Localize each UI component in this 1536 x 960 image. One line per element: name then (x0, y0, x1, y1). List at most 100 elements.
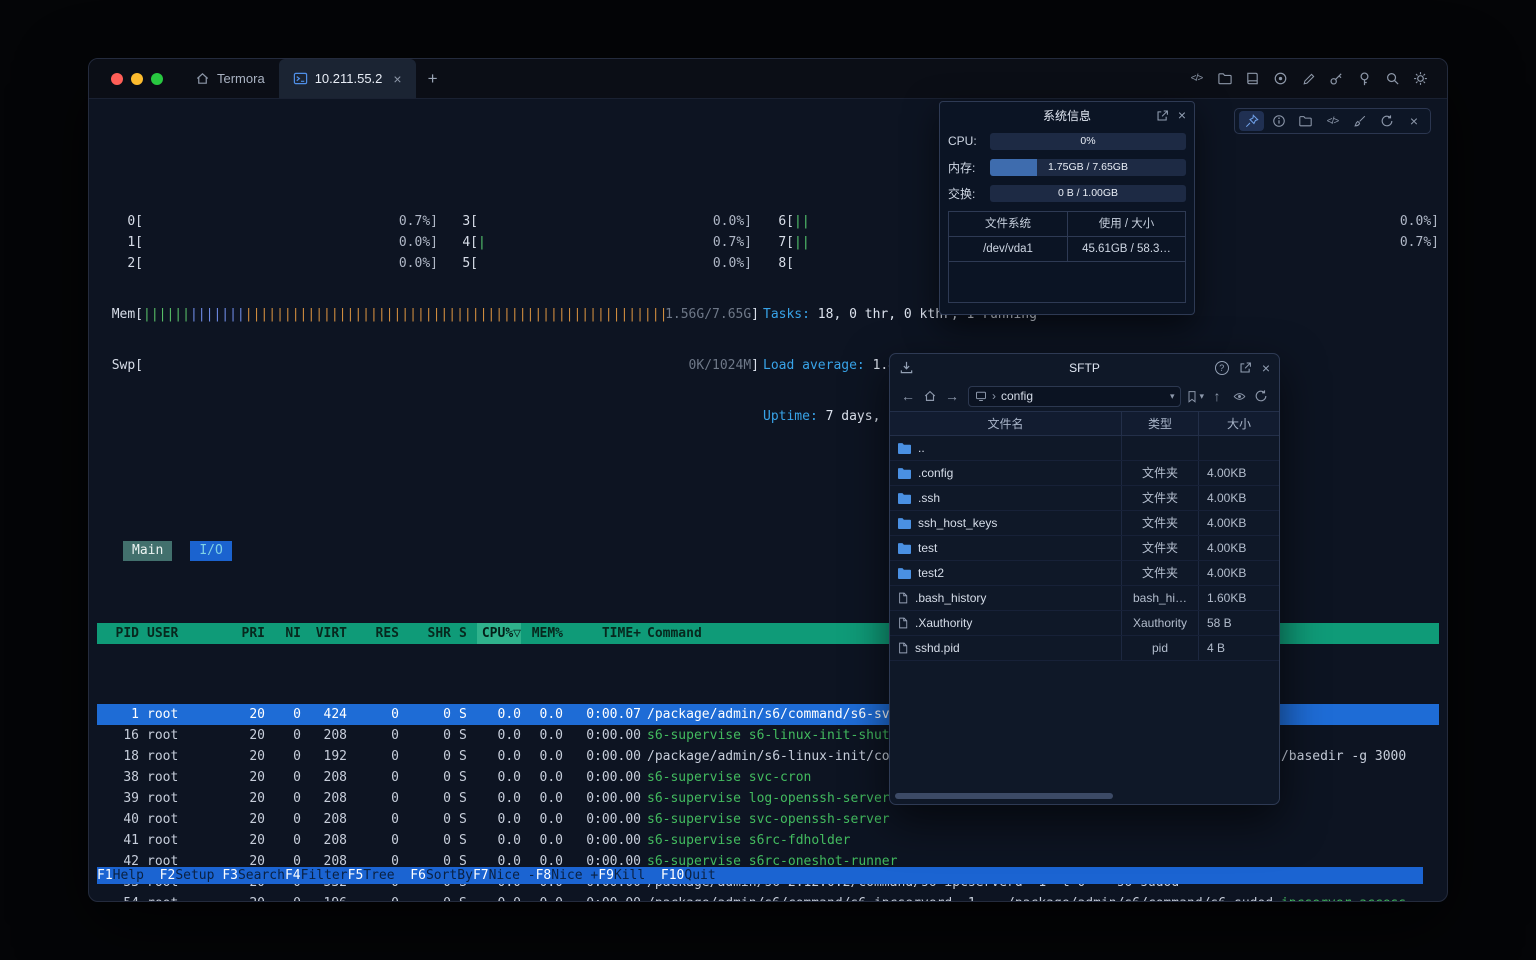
file-row[interactable]: sshd.pid pid 4 B (890, 636, 1279, 661)
header-mem[interactable]: MEM% (521, 623, 563, 644)
htop-screen-tab[interactable]: Main (123, 541, 172, 561)
file-row[interactable]: test 文件夹 4.00KB (890, 536, 1279, 561)
command-cell: s6-supervise svc-openssh-server (647, 809, 1439, 830)
process-row[interactable]: 54 root 20 0 196 0 0 S 0.0 0.0 0:00.00 /… (97, 893, 1439, 902)
help-icon[interactable]: ? (1215, 361, 1229, 375)
cpu-cell: 0.0 (477, 788, 521, 809)
size-column-header[interactable]: 大小 (1199, 412, 1279, 435)
home-button[interactable] (919, 385, 941, 407)
pri-cell: 20 (237, 704, 265, 725)
close-window-button[interactable] (111, 73, 123, 85)
function-key-button[interactable]: F8 Nice + (536, 867, 599, 884)
header-user[interactable]: USER (147, 623, 237, 644)
file-row[interactable]: .ssh 文件夹 4.00KB (890, 486, 1279, 511)
header-virt[interactable]: VIRT (301, 623, 347, 644)
info-icon[interactable] (1266, 111, 1291, 131)
open-in-window-icon[interactable] (1156, 109, 1169, 122)
termora-window: Termora 10.211.55.2 × + </> 0[0.7%] 3[0.… (88, 58, 1448, 902)
function-key-button[interactable]: F10 Quit (661, 867, 731, 884)
file-size-cell: 4.00KB (1199, 486, 1279, 510)
folder-icon (897, 517, 912, 530)
file-row[interactable]: .. (890, 436, 1279, 461)
code-icon[interactable]: </> (1188, 70, 1205, 87)
pin-icon[interactable] (1239, 111, 1264, 131)
header-pri[interactable]: PRI (237, 623, 265, 644)
forward-button[interactable]: → (941, 385, 963, 407)
chevron-down-icon[interactable]: ▾ (1170, 391, 1175, 402)
file-name-cell: .Xauthority (890, 611, 1122, 635)
memory-usage-bar: 1.75GB / 7.65GB (990, 159, 1186, 176)
virt-cell: 208 (301, 767, 347, 788)
tab-close-icon[interactable]: × (393, 72, 401, 86)
header-cpu-sort[interactable]: CPU%▽ (477, 623, 521, 644)
back-button[interactable]: ← (897, 385, 919, 407)
usage-column-header: 使用 / 大小 (1067, 212, 1185, 236)
file-row[interactable]: .bash_history bash_hi… 1.60KB (890, 586, 1279, 611)
tab-ssh-label: 10.211.55.2 (315, 71, 383, 86)
upload-button[interactable]: ↑ (1206, 385, 1228, 407)
file-row[interactable]: .config 文件夹 4.00KB (890, 461, 1279, 486)
header-pid[interactable]: PID (97, 623, 139, 644)
show-hidden-files-button[interactable] (1228, 385, 1250, 407)
function-key: F2 (160, 867, 176, 884)
tab-ssh-session[interactable]: 10.211.55.2 × (279, 59, 416, 98)
file-row[interactable]: test2 文件夹 4.00KB (890, 561, 1279, 586)
record-icon[interactable] (1272, 70, 1289, 87)
function-key-button[interactable]: F1 Help (97, 867, 160, 884)
header-ni[interactable]: NI (265, 623, 301, 644)
file-type-cell: Xauthority (1122, 611, 1199, 635)
function-key-button[interactable]: F4 Filter (285, 867, 348, 884)
process-row[interactable]: 41 root 20 0 208 0 0 S 0.0 0.0 0:00.00 s… (97, 830, 1439, 851)
header-time[interactable]: TIME+ (563, 623, 641, 644)
refresh-button[interactable] (1250, 385, 1272, 407)
user-cell: root (147, 725, 237, 746)
new-tab-button[interactable]: + (416, 59, 450, 98)
scrollbar-thumb[interactable] (895, 793, 1113, 799)
function-key: F9 (598, 867, 614, 884)
function-key-button[interactable]: F5 Tree (348, 867, 411, 884)
path-breadcrumb[interactable]: › config ▾ (968, 386, 1181, 407)
function-key-button[interactable]: F7 Nice - (473, 867, 536, 884)
function-key-button[interactable]: F2 Setup (160, 867, 223, 884)
header-res[interactable]: RES (347, 623, 399, 644)
header-s[interactable]: S (459, 623, 477, 644)
header-shr[interactable]: SHR (399, 623, 451, 644)
key-icon[interactable] (1328, 70, 1345, 87)
code-icon[interactable]: </> (1320, 111, 1345, 131)
file-name-cell: test (890, 536, 1122, 560)
settings-icon[interactable] (1412, 70, 1429, 87)
htop-screen-tab[interactable]: I/O (190, 541, 231, 561)
horizontal-scrollbar[interactable] (893, 791, 1276, 801)
bookmark-button[interactable]: ▾ (1186, 390, 1204, 403)
clean-icon[interactable] (1347, 111, 1372, 131)
process-row[interactable]: 40 root 20 0 208 0 0 S 0.0 0.0 0:00.00 s… (97, 809, 1439, 830)
close-icon[interactable]: × (1401, 111, 1426, 131)
function-key-button[interactable]: F6 SortBy (410, 867, 473, 884)
keychain-icon[interactable] (1356, 70, 1373, 87)
close-icon[interactable]: × (1178, 108, 1186, 122)
home-icon (195, 71, 210, 86)
reconnect-icon[interactable] (1374, 111, 1399, 131)
swap-usage-row: 交换: 0 B / 1.00GB (940, 180, 1194, 206)
memory-meter: Mem[ |||||||||||||||||||||||||||||||||||… (97, 304, 759, 325)
function-key-button[interactable]: F3 Search (222, 867, 285, 884)
folder-icon[interactable] (1216, 70, 1233, 87)
file-row[interactable]: .Xauthority Xauthority 58 B (890, 611, 1279, 636)
open-in-window-icon[interactable] (1239, 361, 1252, 374)
folder-icon[interactable] (1293, 111, 1318, 131)
minimize-window-button[interactable] (131, 73, 143, 85)
filesystem-table: 文件系统 使用 / 大小 /dev/vda1 45.61GB / 58.3… (948, 211, 1186, 303)
function-key-label: Search (238, 867, 285, 884)
file-name-cell: .. (890, 436, 1122, 460)
function-key-button[interactable]: F9 Kill (598, 867, 661, 884)
edit-icon[interactable] (1300, 70, 1317, 87)
tab-home[interactable]: Termora (181, 59, 279, 98)
filename-column-header[interactable]: 文件名 (890, 412, 1122, 435)
log-icon[interactable] (1244, 70, 1261, 87)
terminal-screen[interactable]: 0[0.7%] 3[0.0%] 6[||0.0%] 1[0.0%] 4[|0.7… (97, 99, 1439, 901)
file-row[interactable]: ssh_host_keys 文件夹 4.00KB (890, 511, 1279, 536)
zoom-window-button[interactable] (151, 73, 163, 85)
search-icon[interactable] (1384, 70, 1401, 87)
close-icon[interactable]: × (1262, 361, 1270, 375)
type-column-header[interactable]: 类型 (1122, 412, 1199, 435)
